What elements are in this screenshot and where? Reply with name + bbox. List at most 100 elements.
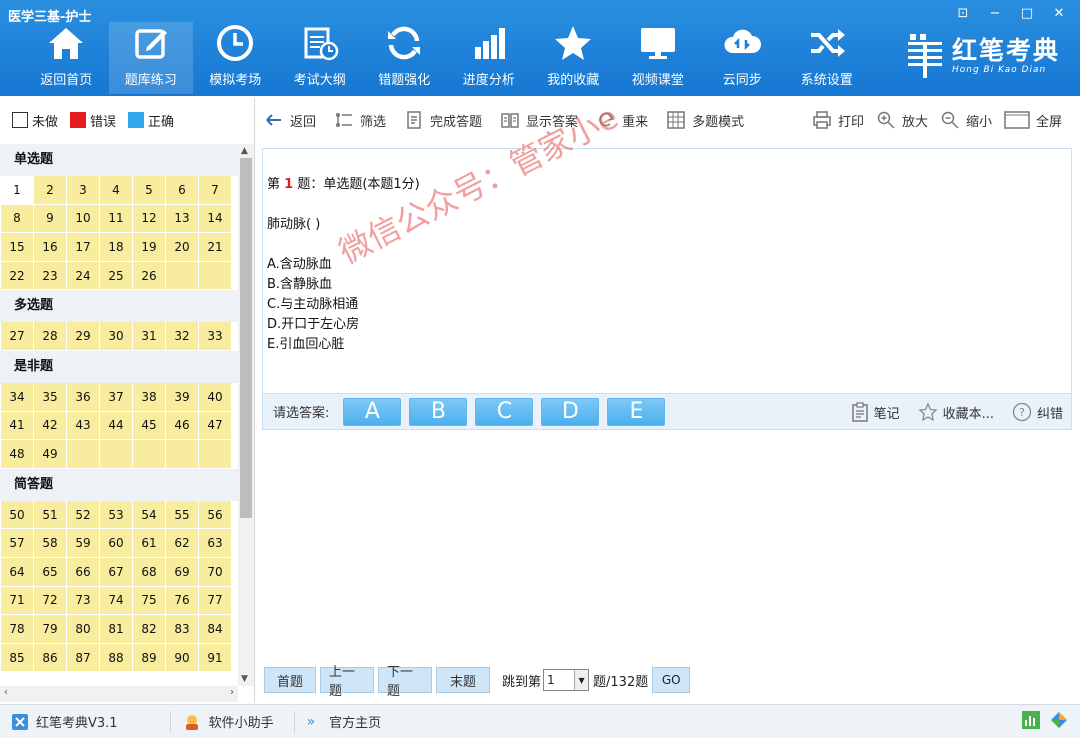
scroll-up-icon[interactable]: ▲ (241, 146, 248, 156)
back-button[interactable]: 返回 (264, 110, 316, 130)
question-number-cell[interactable]: 21 (199, 233, 232, 262)
question-number-cell[interactable]: 63 (199, 529, 232, 558)
multi-mode-button[interactable]: 多题模式 (666, 110, 744, 130)
question-number-cell[interactable]: 31 (133, 322, 166, 351)
question-number-cell[interactable]: 85 (1, 643, 34, 673)
question-number-cell[interactable]: 4 (100, 176, 133, 205)
fullscreen-button[interactable]: 全屏 (1004, 110, 1062, 130)
scroll-down-icon[interactable]: ▼ (241, 674, 248, 684)
question-number-cell[interactable]: 36 (67, 382, 100, 412)
question-number-cell[interactable]: 32 (166, 322, 199, 351)
question-number-cell[interactable]: 6 (166, 176, 199, 205)
question-number-cell[interactable]: 33 (199, 322, 232, 351)
question-number-cell[interactable]: 29 (67, 322, 100, 351)
question-number-cell[interactable]: 59 (67, 529, 100, 558)
question-number-cell[interactable]: 13 (166, 204, 199, 234)
question-number-cell[interactable]: 71 (1, 586, 34, 616)
question-number-cell[interactable]: 62 (166, 529, 199, 558)
question-number-cell[interactable]: 28 (34, 322, 67, 351)
scroll-right-icon[interactable]: › (230, 687, 234, 698)
question-number-cell[interactable]: 11 (100, 204, 133, 234)
horizontal-scrollbar[interactable]: ‹ › (0, 686, 238, 702)
question-number-cell[interactable]: 53 (100, 500, 133, 530)
question-number-cell[interactable]: 8 (1, 204, 34, 234)
question-number-cell[interactable]: 66 (67, 557, 100, 587)
question-number-cell[interactable]: 38 (133, 382, 166, 412)
question-number-cell[interactable]: 86 (34, 643, 67, 673)
jump-select[interactable]: 1 ▼ (543, 669, 590, 691)
question-number-cell[interactable]: 61 (133, 529, 166, 558)
minimize-button[interactable]: − (980, 3, 1010, 23)
answer-c-button[interactable]: C (475, 397, 534, 426)
zoom-out-button[interactable]: 缩小 (940, 110, 992, 130)
show-answer-button[interactable]: 显示答案 (500, 110, 578, 130)
question-number-cell[interactable]: 57 (1, 529, 34, 558)
question-number-cell[interactable]: 40 (199, 382, 232, 412)
question-number-cell[interactable]: 5 (133, 176, 166, 205)
question-number-cell[interactable]: 20 (166, 233, 199, 262)
question-number-cell[interactable]: 65 (34, 557, 67, 587)
question-number-cell[interactable]: 44 (100, 411, 133, 441)
scroll-left-icon[interactable]: ‹ (4, 687, 8, 698)
question-number-cell[interactable]: 26 (133, 261, 166, 291)
question-number-cell[interactable]: 91 (199, 643, 232, 673)
question-number-cell[interactable]: 23 (34, 261, 67, 291)
question-number-cell[interactable]: 60 (100, 529, 133, 558)
question-number-cell[interactable]: 54 (133, 500, 166, 530)
nav-cloud-sync[interactable]: 云同步 (700, 22, 785, 94)
nav-mock-exam[interactable]: 模拟考场 (193, 22, 278, 94)
question-number-cell[interactable]: 88 (100, 643, 133, 673)
pin-button[interactable]: ⊡ (948, 3, 978, 23)
question-number-cell[interactable]: 76 (166, 586, 199, 616)
nav-home[interactable]: 返回首页 (24, 22, 109, 94)
diamond-icon[interactable] (1050, 711, 1068, 729)
question-number-cell[interactable]: 3 (67, 176, 100, 205)
correction-button[interactable]: ? 纠错 (1012, 402, 1063, 422)
question-number-cell[interactable]: 82 (133, 615, 166, 644)
zoom-in-button[interactable]: 放大 (876, 110, 928, 130)
answer-e-button[interactable]: E (607, 397, 666, 426)
question-number-cell[interactable]: 18 (100, 233, 133, 262)
question-number-cell[interactable]: 24 (67, 261, 100, 291)
prev-question-button[interactable]: 上一题 (320, 665, 374, 699)
question-number-cell[interactable]: 58 (34, 529, 67, 558)
question-number-cell[interactable]: 50 (1, 500, 34, 530)
question-number-cell[interactable]: 30 (100, 322, 133, 351)
question-number-cell[interactable]: 69 (166, 557, 199, 587)
question-number-cell[interactable]: 45 (133, 411, 166, 441)
last-question-button[interactable]: 末题 (436, 667, 490, 693)
question-number-cell[interactable]: 51 (34, 500, 67, 530)
question-number-cell[interactable]: 74 (100, 586, 133, 616)
nav-wrong-review[interactable]: 错题强化 (362, 22, 447, 94)
question-number-cell[interactable]: 19 (133, 233, 166, 262)
question-number-cell[interactable]: 10 (67, 204, 100, 234)
question-number-cell[interactable]: 17 (67, 233, 100, 262)
question-number-cell[interactable]: 55 (166, 500, 199, 530)
vertical-scrollbar[interactable]: ▲ ▼ (238, 144, 254, 686)
answer-d-button[interactable]: D (541, 397, 600, 426)
question-number-cell[interactable]: 90 (166, 643, 199, 673)
redo-button[interactable]: 重来 (596, 110, 648, 130)
nav-settings[interactable]: 系统设置 (785, 22, 870, 94)
question-number-cell[interactable]: 1 (1, 176, 34, 205)
scroll-thumb[interactable] (240, 158, 252, 518)
nav-question-bank[interactable]: 题库练习 (108, 22, 193, 94)
next-question-button[interactable]: 下一题 (378, 665, 432, 699)
question-number-cell[interactable]: 37 (100, 382, 133, 412)
question-number-cell[interactable]: 64 (1, 557, 34, 587)
homepage-link[interactable]: » 官方主页 (307, 712, 382, 732)
question-number-cell[interactable]: 89 (133, 643, 166, 673)
question-number-cell[interactable]: 46 (166, 411, 199, 441)
question-number-cell[interactable]: 43 (67, 411, 100, 441)
question-number-cell[interactable]: 80 (67, 615, 100, 644)
question-number-cell[interactable]: 52 (67, 500, 100, 530)
question-number-cell[interactable]: 48 (1, 440, 34, 469)
question-number-cell[interactable]: 14 (199, 204, 232, 234)
answer-b-button[interactable]: B (409, 397, 468, 426)
stats-icon[interactable] (1022, 711, 1040, 729)
question-number-cell[interactable]: 78 (1, 615, 34, 644)
nav-video[interactable]: 视频课堂 (616, 22, 701, 94)
question-number-cell[interactable]: 27 (1, 322, 34, 351)
question-number-cell[interactable]: 49 (34, 440, 67, 469)
answer-a-button[interactable]: A (343, 397, 402, 426)
